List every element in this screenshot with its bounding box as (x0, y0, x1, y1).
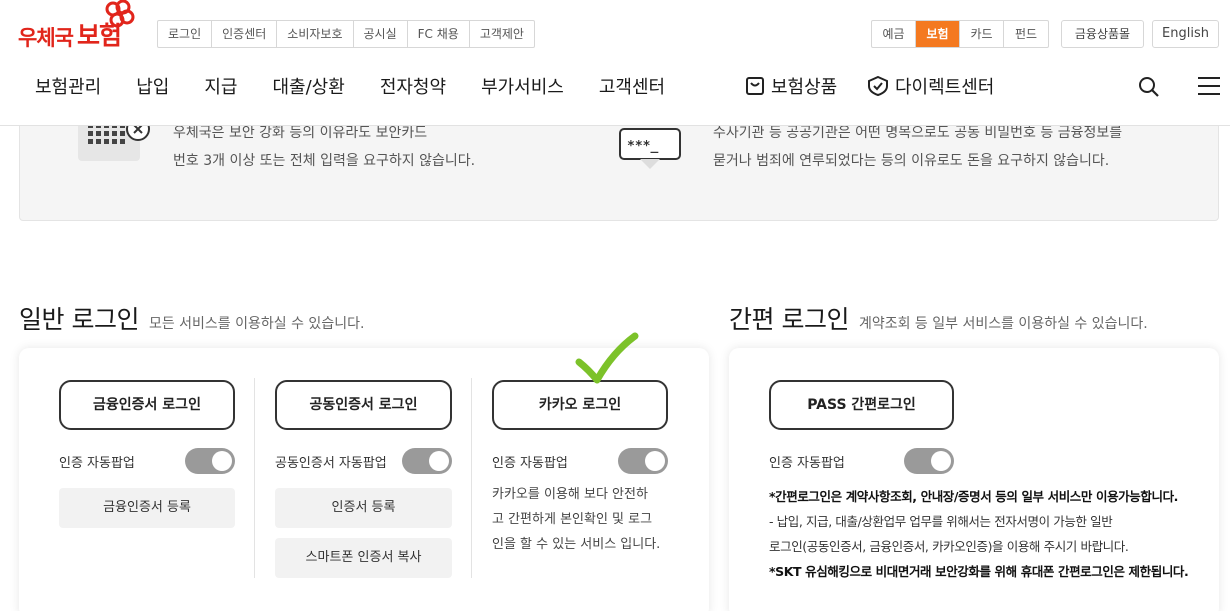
kakao-auto-popup-label: 인증 자동팝업 (492, 455, 568, 471)
warning-right-line2: 묻거나 범죄에 연루되었다는 등의 이유로도 돈을 요구하지 않습니다. (713, 153, 1110, 169)
util-fc-recruit-link[interactable]: FC 채용 (408, 21, 470, 47)
nav-direct-center-label: 다이렉트센터 (895, 77, 995, 98)
general-login-heading: 일반 로그인 모든 서비스를 이용하실 수 있습니다. (19, 300, 364, 336)
nav-payment[interactable]: 납입 (136, 73, 169, 99)
util-suggestion-link[interactable]: 고객제안 (470, 21, 534, 47)
simple-login-note-3: 로그인(공동인증서, 금융인증서, 카카오인증)을 이용해 주시기 바랍니다. (769, 539, 1129, 554)
main-nav: 보험관리 납입 지급 대출/상환 전자청약 부가서비스 고객센터 (35, 73, 700, 99)
kakao-auto-popup-toggle[interactable] (618, 448, 668, 474)
general-login-title: 일반 로그인 (19, 305, 139, 334)
hamburger-menu-icon[interactable] (1198, 76, 1220, 96)
util-consumer-link[interactable]: 소비자보호 (277, 21, 354, 47)
column-divider (254, 378, 255, 578)
shopping-bag-icon (746, 77, 764, 95)
green-check-mark-icon (575, 332, 639, 384)
simple-login-subtitle: 계약조회 등 일부 서비스를 이용하실 수 있습니다. (858, 316, 1148, 332)
joint-auto-popup-toggle[interactable] (402, 448, 452, 474)
logo-text-post: 우체국 (18, 26, 74, 50)
pass-auto-popup-label: 인증 자동팝업 (769, 455, 845, 471)
kakao-desc-line1: 카카오를 이용해 보다 안전하 (492, 487, 648, 502)
simple-login-note-2: - 납입, 지급, 대출/상환업무 업무를 위해서는 전자서명이 가능한 일반 (769, 514, 1113, 529)
tab-fund[interactable]: 펀드 (1004, 21, 1048, 47)
util-cert-center-link[interactable]: 인증센터 (212, 21, 278, 47)
financial-auto-popup-toggle[interactable] (185, 448, 235, 474)
warning-left-line2: 번호 3개 이상 또는 전체 입력을 요구하지 않습니다. (173, 153, 476, 169)
joint-auto-popup-label: 공동인증서 자동팝업 (275, 455, 387, 471)
register-cert-button[interactable]: 인증서 등록 (275, 488, 452, 528)
simple-login-note-4: *SKT 유심해킹으로 비대면거래 보안강화를 위해 휴대폰 간편로그인은 제한… (769, 564, 1189, 579)
general-login-subtitle: 모든 서비스를 이용하실 수 있습니다. (148, 316, 365, 332)
util-login-link[interactable]: 로그인 (158, 21, 213, 47)
general-login-card: 금융인증서 로그인 인증 자동팝업 금융인증서 등록 공동인증서 로그인 공동인… (19, 348, 709, 611)
pass-auto-popup-toggle[interactable] (904, 448, 954, 474)
nav-loan[interactable]: 대출/상환 (273, 73, 345, 99)
utility-links: 로그인 인증센터 소비자보호 공시실 FC 채용 고객제안 (157, 20, 535, 48)
nav-claim[interactable]: 지급 (204, 73, 237, 99)
nav-insurance-management[interactable]: 보험관리 (35, 73, 101, 99)
password-field-icon-text: ***_ (627, 139, 658, 154)
nav-direct-center[interactable]: 다이렉트센터 (867, 73, 994, 99)
warning-text-right: 수사기관 등 공공기관은 어떤 명목으로도 공동 비밀번호 등 금융정보를 묻거… (713, 119, 1122, 175)
nav-e-subscription[interactable]: 전자청약 (380, 73, 446, 99)
joint-auto-popup-row: 공동인증서 자동팝업 (275, 448, 452, 474)
tab-deposit[interactable]: 예금 (872, 21, 916, 47)
simple-login-card: PASS 간편로그인 인증 자동팝업 *간편로그인은 계약사항조회, 안내장/증… (729, 348, 1219, 611)
pass-login-button[interactable]: PASS 간편로그인 (769, 380, 954, 430)
kakao-auto-popup-row: 인증 자동팝업 (492, 448, 668, 474)
site-header: 우체국 보험 로그인 인증센터 소비자보호 공시실 FC 채용 고객제안 예금 … (0, 0, 1230, 126)
tab-card[interactable]: 카드 (960, 21, 1004, 47)
nav-insurance-products-label: 보험상품 (771, 77, 838, 98)
copy-smartphone-cert-button[interactable]: 스마트폰 인증서 복사 (275, 538, 452, 578)
joint-cert-login-button[interactable]: 공동인증서 로그인 (275, 380, 452, 430)
column-divider (471, 378, 472, 578)
register-financial-cert-button[interactable]: 금융인증서 등록 (59, 488, 235, 528)
kakao-desc-line3: 인을 할 수 있는 서비스 입니다. (492, 537, 661, 552)
simple-login-note-1: *간편로그인은 계약사항조회, 안내장/증명서 등의 일부 서비스만 이용가능합… (769, 489, 1179, 504)
password-field-icon: ***_ (619, 128, 681, 169)
kakao-description: 카카오를 이용해 보다 안전하 고 간편하게 본인확인 및 로그 인을 할 수 … (492, 482, 682, 557)
financial-auto-popup-row: 인증 자동팝업 (59, 448, 235, 474)
nav-customer-center[interactable]: 고객센터 (599, 73, 665, 99)
service-switcher: 예금 보험 카드 펀드 (871, 20, 1049, 48)
english-button[interactable]: English (1152, 20, 1219, 48)
nav-extra-services[interactable]: 부가서비스 (481, 73, 564, 99)
logo-flower-icon (105, 0, 135, 28)
shield-check-icon (868, 76, 888, 96)
simple-login-title: 간편 로그인 (729, 305, 849, 334)
warning-text-left: 우체국은 보안 강화 등의 이유라도 보안카드 번호 3개 이상 또는 전체 입… (173, 119, 475, 175)
financial-auto-popup-label: 인증 자동팝업 (59, 455, 135, 471)
financial-mall-button[interactable]: 금융상품몰 (1061, 20, 1144, 48)
simple-login-heading: 간편 로그인 계약조회 등 일부 서비스를 이용하실 수 있습니다. (729, 300, 1148, 336)
util-disclosure-link[interactable]: 공시실 (354, 21, 408, 47)
pass-auto-popup-row: 인증 자동팝업 (769, 448, 954, 474)
tab-insurance[interactable]: 보험 (916, 21, 960, 47)
search-icon[interactable] (1138, 76, 1160, 98)
nav-insurance-products[interactable]: 보험상품 (745, 73, 837, 99)
kakao-login-button[interactable]: 카카오 로그인 (492, 380, 668, 430)
financial-cert-login-button[interactable]: 금융인증서 로그인 (59, 380, 235, 430)
kakao-desc-line2: 고 간편하게 본인확인 및 로그 (492, 512, 653, 527)
